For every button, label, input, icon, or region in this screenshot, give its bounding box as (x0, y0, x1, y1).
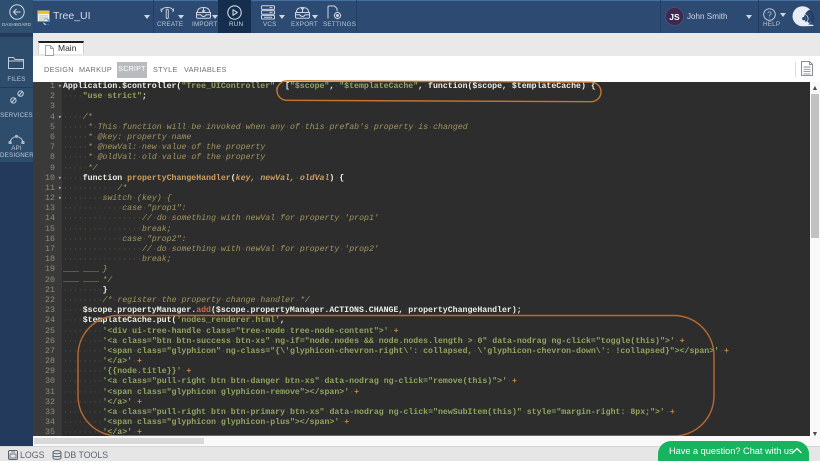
svg-text:JS: JS (669, 12, 680, 22)
svg-text:?: ? (767, 10, 772, 20)
